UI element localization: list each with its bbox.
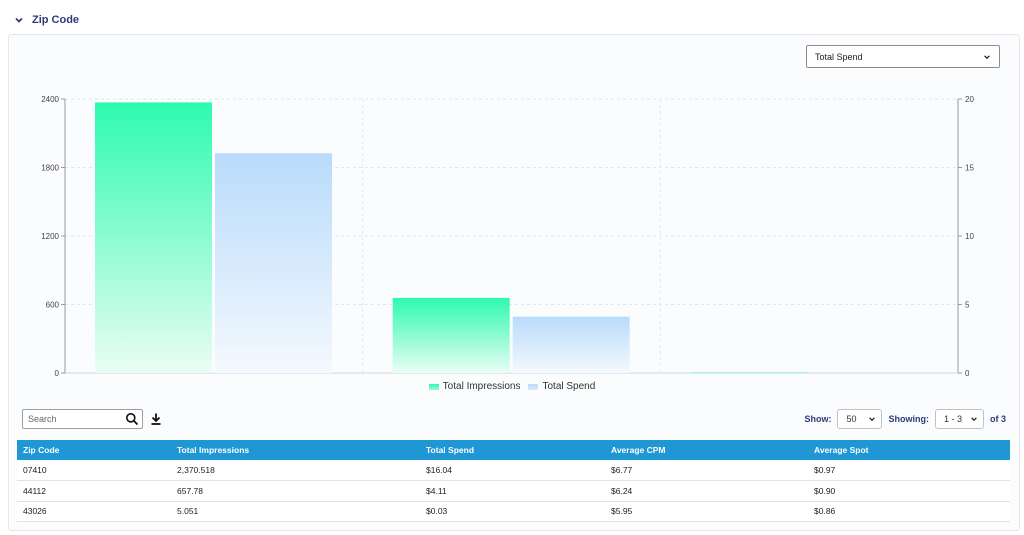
page-range-value: 1 - 3 <box>943 414 962 424</box>
metric-select-value: Total Spend <box>815 51 863 62</box>
table-toolbar-left <box>22 409 163 429</box>
showing-label: Showing: <box>888 414 929 424</box>
bar-spend-44112[interactable] <box>512 316 630 373</box>
legend-item-impressions[interactable]: Total Impressions <box>428 381 521 392</box>
column-header-average-spot[interactable]: Average Spot <box>808 440 1010 460</box>
cell-zip-code: 44112 <box>23 485 47 496</box>
cell-average-spot: $0.90 <box>814 485 836 496</box>
bar-impressions-07410[interactable] <box>95 102 212 374</box>
bar-spend-43026[interactable] <box>810 372 928 373</box>
bar-impressions-43026[interactable] <box>690 372 808 373</box>
cell-zip-code: 43026 <box>23 506 47 517</box>
legend-swatch-spend <box>528 383 539 390</box>
search-input[interactable] <box>28 414 120 424</box>
chevron-down-icon <box>869 417 876 422</box>
table-toolbar-right: Show: 50 Showing: 1 - 3 of 3 <box>804 409 1006 429</box>
chevron-down-icon <box>984 54 990 59</box>
legend-swatch-impressions <box>428 383 439 390</box>
bar-spend-07410[interactable] <box>215 153 332 373</box>
y-tick-label-left: 1800 <box>41 164 59 173</box>
cell-average-spot: $0.86 <box>814 506 836 517</box>
section-title: Zip Code <box>32 14 80 26</box>
page-range-select[interactable]: 1 - 3 <box>934 409 984 429</box>
cell-average-cpm: $6.24 <box>611 485 633 496</box>
show-label: Show: <box>804 414 832 424</box>
total-count-label: of 3 <box>989 414 1006 424</box>
column-header-total-impressions[interactable]: Total Impressions <box>171 440 420 460</box>
section-header[interactable]: Zip Code <box>14 10 79 30</box>
y-tick-label-right: 20 <box>965 95 974 104</box>
cell-average-cpm: $5.95 <box>611 506 633 517</box>
zip-code-table: Zip Code Total Impressions Total Spend A… <box>17 440 1010 522</box>
legend-label-spend: Total Spend <box>542 381 596 392</box>
download-icon[interactable] <box>149 412 163 426</box>
metric-select[interactable]: Total Spend <box>806 45 1000 68</box>
chevron-down-icon[interactable] <box>14 15 24 25</box>
chevron-down-icon <box>971 417 977 422</box>
y-tick-label-left: 0 <box>55 369 60 378</box>
y-tick-label-right: 15 <box>965 164 974 173</box>
cell-total-impressions: 5.051 <box>177 506 199 517</box>
column-header-zip-code[interactable]: Zip Code <box>17 440 171 460</box>
legend-label-impressions: Total Impressions <box>442 381 521 392</box>
y-tick-label-right: 0 <box>965 369 970 378</box>
cell-zip-code: 07410 <box>23 465 47 475</box>
search-box[interactable] <box>22 409 143 429</box>
y-tick-label-right: 5 <box>965 301 970 310</box>
cell-total-spend: $0.03 <box>426 506 448 517</box>
y-tick-label-right: 10 <box>965 232 974 241</box>
table-row[interactable]: 44112 657.78 $4.11 $6.24 $0.90 <box>17 480 1010 501</box>
page-size-value: 50 <box>846 414 857 424</box>
y-tick-label-left: 600 <box>46 301 60 310</box>
column-header-total-spend[interactable]: Total Spend <box>420 440 605 460</box>
page-size-select[interactable]: 50 <box>837 409 883 429</box>
cell-average-spot: $0.97 <box>814 465 836 475</box>
y-tick-label-left: 1200 <box>41 232 59 241</box>
cell-total-spend: $16.04 <box>426 465 452 475</box>
y-tick-label-left: 2400 <box>41 95 59 104</box>
column-header-average-cpm[interactable]: Average CPM <box>605 440 808 460</box>
table-header-row: Zip Code Total Impressions Total Spend A… <box>17 440 1010 460</box>
table-row[interactable]: 43026 5.051 $0.03 $5.95 $0.86 <box>17 501 1010 522</box>
cell-total-impressions: 2,370.518 <box>177 465 215 475</box>
cell-total-spend: $4.11 <box>426 485 447 496</box>
search-icon[interactable] <box>125 412 139 426</box>
chart-legend: Total Impressions Total Spend <box>0 381 1024 392</box>
legend-item-spend[interactable]: Total Spend <box>528 381 595 392</box>
cell-average-cpm: $6.77 <box>611 465 633 475</box>
cell-total-impressions: 657.78 <box>177 485 203 496</box>
bar-impressions-44112[interactable] <box>392 297 510 373</box>
table-row[interactable]: 07410 2,370.518 $16.04 $6.77 $0.97 <box>17 460 1010 481</box>
zip-code-chart: 2400 20 1800 15 1200 10 600 5 0 0 <box>41 95 974 378</box>
